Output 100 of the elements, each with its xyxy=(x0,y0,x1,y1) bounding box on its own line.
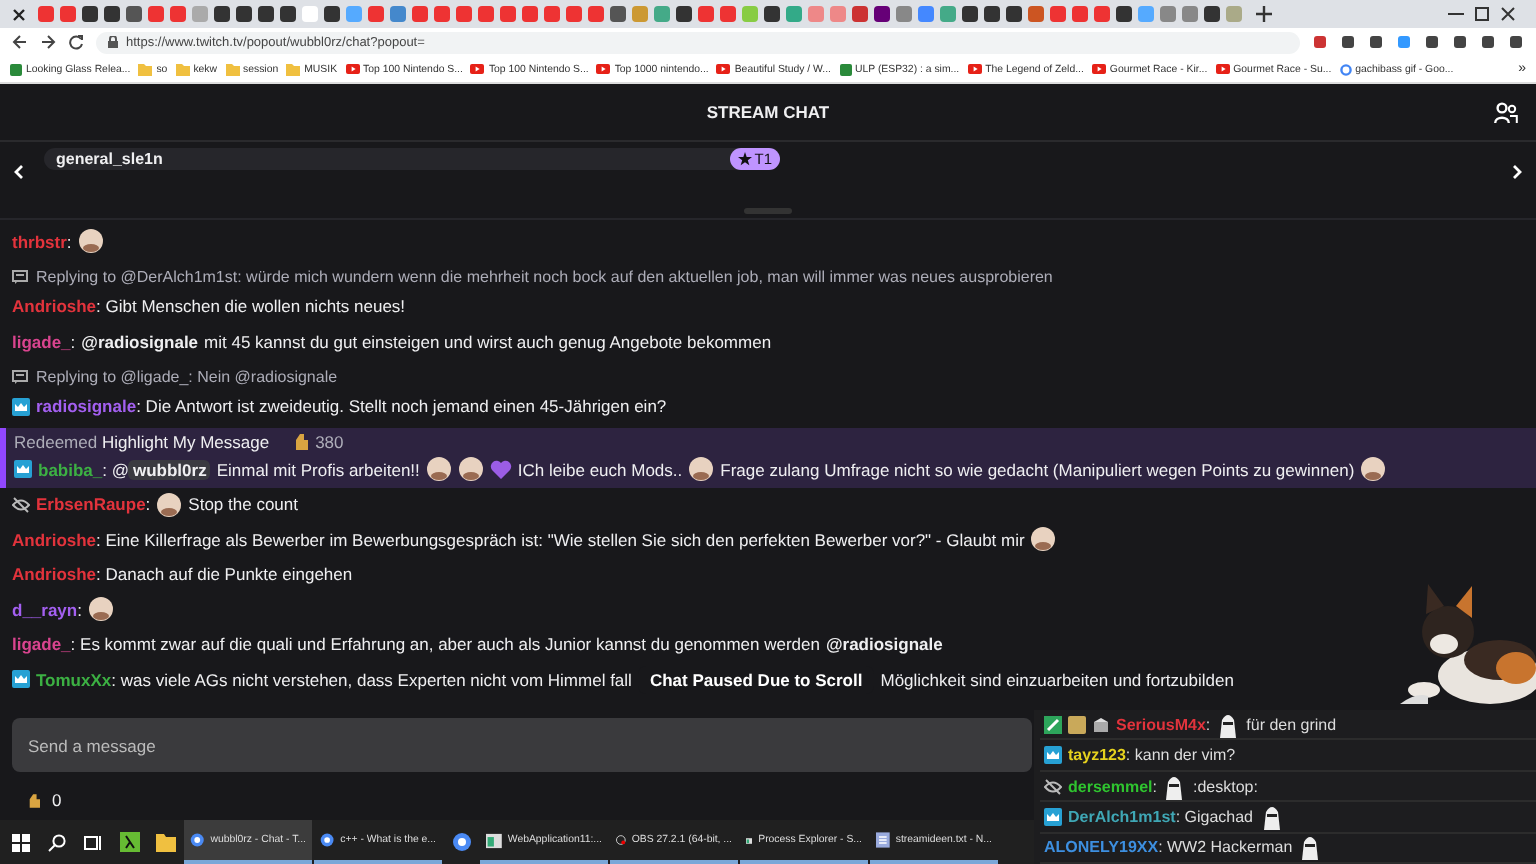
new-tab-icon[interactable] xyxy=(1256,6,1272,22)
users-icon[interactable] xyxy=(1494,102,1518,124)
crown-badge-icon xyxy=(1044,807,1062,826)
message-text: : xyxy=(66,231,72,252)
previous-icon[interactable] xyxy=(12,164,24,180)
emote-icon xyxy=(1030,526,1057,553)
lock-icon xyxy=(108,36,118,48)
username[interactable]: d__rayn xyxy=(12,599,78,620)
message-input[interactable]: Send a message xyxy=(12,718,1032,772)
crown-badge-icon xyxy=(12,397,30,416)
folder-icon xyxy=(225,63,240,75)
message-text: Einmal mit Profis arbeiten!! xyxy=(216,459,420,480)
crown-badge-icon xyxy=(1044,746,1062,765)
message-text: : xyxy=(1205,715,1211,734)
mention-link[interactable]: @radiosignale xyxy=(81,331,199,352)
reply-icon xyxy=(12,270,28,284)
page-icon xyxy=(10,63,22,75)
message-text: : was viele AGs nicht verstehen, dass Experten nicht vom Himmel fall xyxy=(111,669,632,690)
username: general_sle1n xyxy=(56,149,163,167)
redemption-label: Redeemed Highlight My Message xyxy=(14,432,270,452)
username[interactable]: ligade_ xyxy=(12,634,71,655)
emote-icon xyxy=(1360,456,1387,483)
tab-strip-drawing[interactable] xyxy=(36,6,1246,22)
browser-icon xyxy=(320,830,335,850)
folder-icon xyxy=(286,63,301,75)
message-text: : kann der vim? xyxy=(1125,746,1236,765)
points-balance: 0 xyxy=(52,790,62,810)
username[interactable]: babiba_ xyxy=(38,459,103,480)
folder-icon xyxy=(138,63,153,75)
hidden-eye-icon xyxy=(12,495,30,514)
username[interactable]: Andrioshe xyxy=(12,296,97,317)
username[interactable]: TomuxXx xyxy=(36,669,112,690)
emote-icon xyxy=(688,456,715,483)
message-text: : Gibt Menschen die wollen nichts neues! xyxy=(96,296,406,317)
username[interactable]: radiosignale xyxy=(36,396,137,417)
forward-icon[interactable] xyxy=(40,34,56,50)
chat-title: STREAM CHAT xyxy=(706,102,830,122)
mention-chip[interactable]: wubbl0rz xyxy=(128,459,211,480)
emote-icon xyxy=(425,456,452,483)
message-text: : Es kommt zwar auf die quali und Erfahrung an, aber auch als Junior kannst du genommen werden xyxy=(70,634,820,655)
username[interactable]: ErbsenRaupe xyxy=(36,494,146,515)
next-icon[interactable] xyxy=(1512,164,1524,180)
message-text: Stop the count xyxy=(188,494,298,515)
message-text: : Danach auf die Punkte eingehen xyxy=(96,564,353,585)
points-cost: 380 xyxy=(315,432,344,452)
message-text: : xyxy=(1152,777,1157,796)
username[interactable]: thrbstr xyxy=(12,231,67,252)
reply-icon xyxy=(12,370,28,384)
notepad-icon xyxy=(876,830,890,850)
gift-badge-icon xyxy=(1092,715,1110,734)
bits-badge-icon xyxy=(1068,715,1086,734)
crown-badge-icon xyxy=(14,460,32,479)
folder-icon xyxy=(175,63,190,75)
message-text: : Die Antwort ist zweideutig. Stellt noch jemand einen 45-Jährigen ein? xyxy=(136,396,667,417)
play-icon xyxy=(596,64,611,74)
username[interactable]: Andrioshe xyxy=(12,564,97,585)
browser-icon xyxy=(190,830,205,850)
channel-points-icon[interactable] xyxy=(28,793,40,807)
username: SeriousM4x xyxy=(1116,715,1206,734)
message-text: : @ xyxy=(102,459,129,480)
message-text: mit 45 kannst du gut einsteigen und wirst auch genug Angebote bekommen xyxy=(204,331,772,352)
username[interactable]: ligade_ xyxy=(12,331,71,352)
play-icon xyxy=(716,64,731,74)
close-icon[interactable] xyxy=(12,7,26,21)
channel-points-icon xyxy=(293,434,308,450)
back-icon[interactable] xyxy=(12,34,28,50)
lightning-badge-icon xyxy=(1044,715,1062,734)
message-text: Möglichkeit sind einzuarbeiten und fortzubilden xyxy=(880,669,1234,690)
username: dersemmel xyxy=(1068,777,1153,796)
emote-icon xyxy=(457,456,484,483)
message-text: : xyxy=(145,494,151,515)
reload-icon[interactable] xyxy=(68,34,84,50)
record-icon xyxy=(616,830,626,850)
message-text: für den grind xyxy=(1246,715,1337,734)
mention-link[interactable]: @radiosignale xyxy=(825,634,943,655)
window-icon xyxy=(486,831,502,849)
message-text: :desktop: xyxy=(1192,777,1258,796)
message-text: ICh leibe euch Mods.. xyxy=(517,459,683,480)
message-text: : xyxy=(77,599,82,620)
username[interactable]: Andrioshe xyxy=(12,529,97,550)
emote-icon xyxy=(156,491,183,518)
maximize-icon[interactable] xyxy=(1474,6,1490,22)
hidden-eye-icon xyxy=(1044,777,1062,796)
message-text: : Eine Killerfrage als Bewerber im Bewerbungsgespräch ist: "Wie stellen Sie sich den perfekten Bewerber vor?" - Glaubt mir xyxy=(96,529,1025,550)
message-text: : xyxy=(70,331,76,352)
username: ALONELY19XX xyxy=(1044,838,1159,857)
play-icon xyxy=(1091,64,1106,74)
crown-badge-icon xyxy=(12,670,30,689)
search-icon xyxy=(1339,63,1352,75)
reply-context: Replying to @DerAlch1m1st: würde mich wundern wenn die mehrheit noch bock auf den aktuellen job, man will immer was neues ausprobieren xyxy=(36,268,1053,286)
play-icon xyxy=(470,64,485,74)
emote-icon xyxy=(77,228,104,255)
username: tayz123 xyxy=(1068,746,1126,765)
message-text: Frage zulang Umfrage nicht so wie gedacht (Manipuliert wegen Points zu gewinnen) xyxy=(720,459,1355,480)
close-icon[interactable] xyxy=(1500,6,1516,22)
play-icon xyxy=(1215,64,1230,74)
play-icon xyxy=(967,64,982,74)
reply-context: Replying to @ligade_: Nein @radiosignale xyxy=(36,368,338,386)
message-text: : WW2 Hackerman xyxy=(1158,838,1293,857)
message-text: : Gigachad xyxy=(1175,807,1254,826)
